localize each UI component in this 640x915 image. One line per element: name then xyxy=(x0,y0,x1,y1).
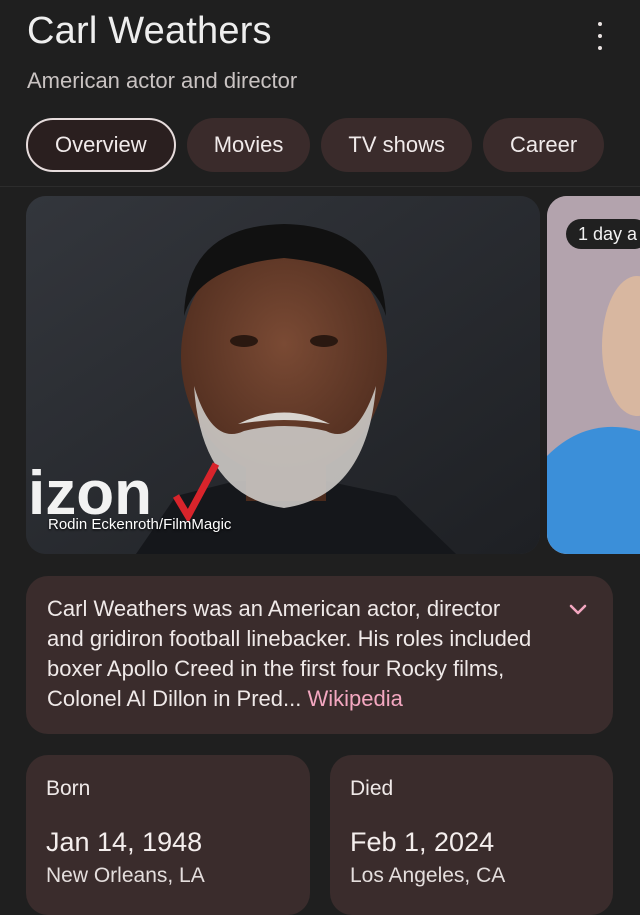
born-label: Born xyxy=(46,777,91,800)
description-text: Carl Weathers was an American actor, dir… xyxy=(47,596,532,711)
page-subtitle: American actor and director xyxy=(27,68,298,93)
next-photo-illustration xyxy=(547,196,640,554)
divider xyxy=(0,186,640,187)
died-date: Feb 1, 2024 xyxy=(350,827,495,857)
description-card[interactable]: Carl Weathers was an American actor, dir… xyxy=(26,576,613,734)
tab-overview[interactable]: Overview xyxy=(26,118,176,172)
time-badge: 1 day a xyxy=(566,219,640,249)
born-place: New Orleans, LA xyxy=(46,864,205,887)
died-place: Los Angeles, CA xyxy=(350,864,506,887)
tab-career[interactable]: Career xyxy=(482,118,605,172)
chevron-down-icon[interactable] xyxy=(566,598,590,622)
portrait-illustration: izon xyxy=(26,196,540,554)
born-date: Jan 14, 1948 xyxy=(46,827,203,857)
next-photo-card[interactable] xyxy=(547,196,640,554)
born-card[interactable]: Born Jan 14, 1948 New Orleans, LA xyxy=(26,755,310,915)
tab-tv-shows[interactable]: TV shows xyxy=(321,118,472,172)
description-paragraph: Carl Weathers was an American actor, dir… xyxy=(47,594,533,714)
died-card[interactable]: Died Feb 1, 2024 Los Angeles, CA xyxy=(330,755,613,915)
photo-credit: Rodin Eckenroth/FilmMagic xyxy=(48,516,232,533)
wikipedia-link[interactable]: Wikipedia xyxy=(307,686,402,711)
more-vert-icon[interactable] xyxy=(590,22,610,50)
tab-bar: Overview Movies TV shows Career xyxy=(26,118,605,172)
page-title: Carl Weathers xyxy=(27,10,272,52)
died-label: Died xyxy=(350,777,394,800)
tab-movies[interactable]: Movies xyxy=(186,118,311,172)
portrait-image[interactable]: izon xyxy=(26,196,540,554)
